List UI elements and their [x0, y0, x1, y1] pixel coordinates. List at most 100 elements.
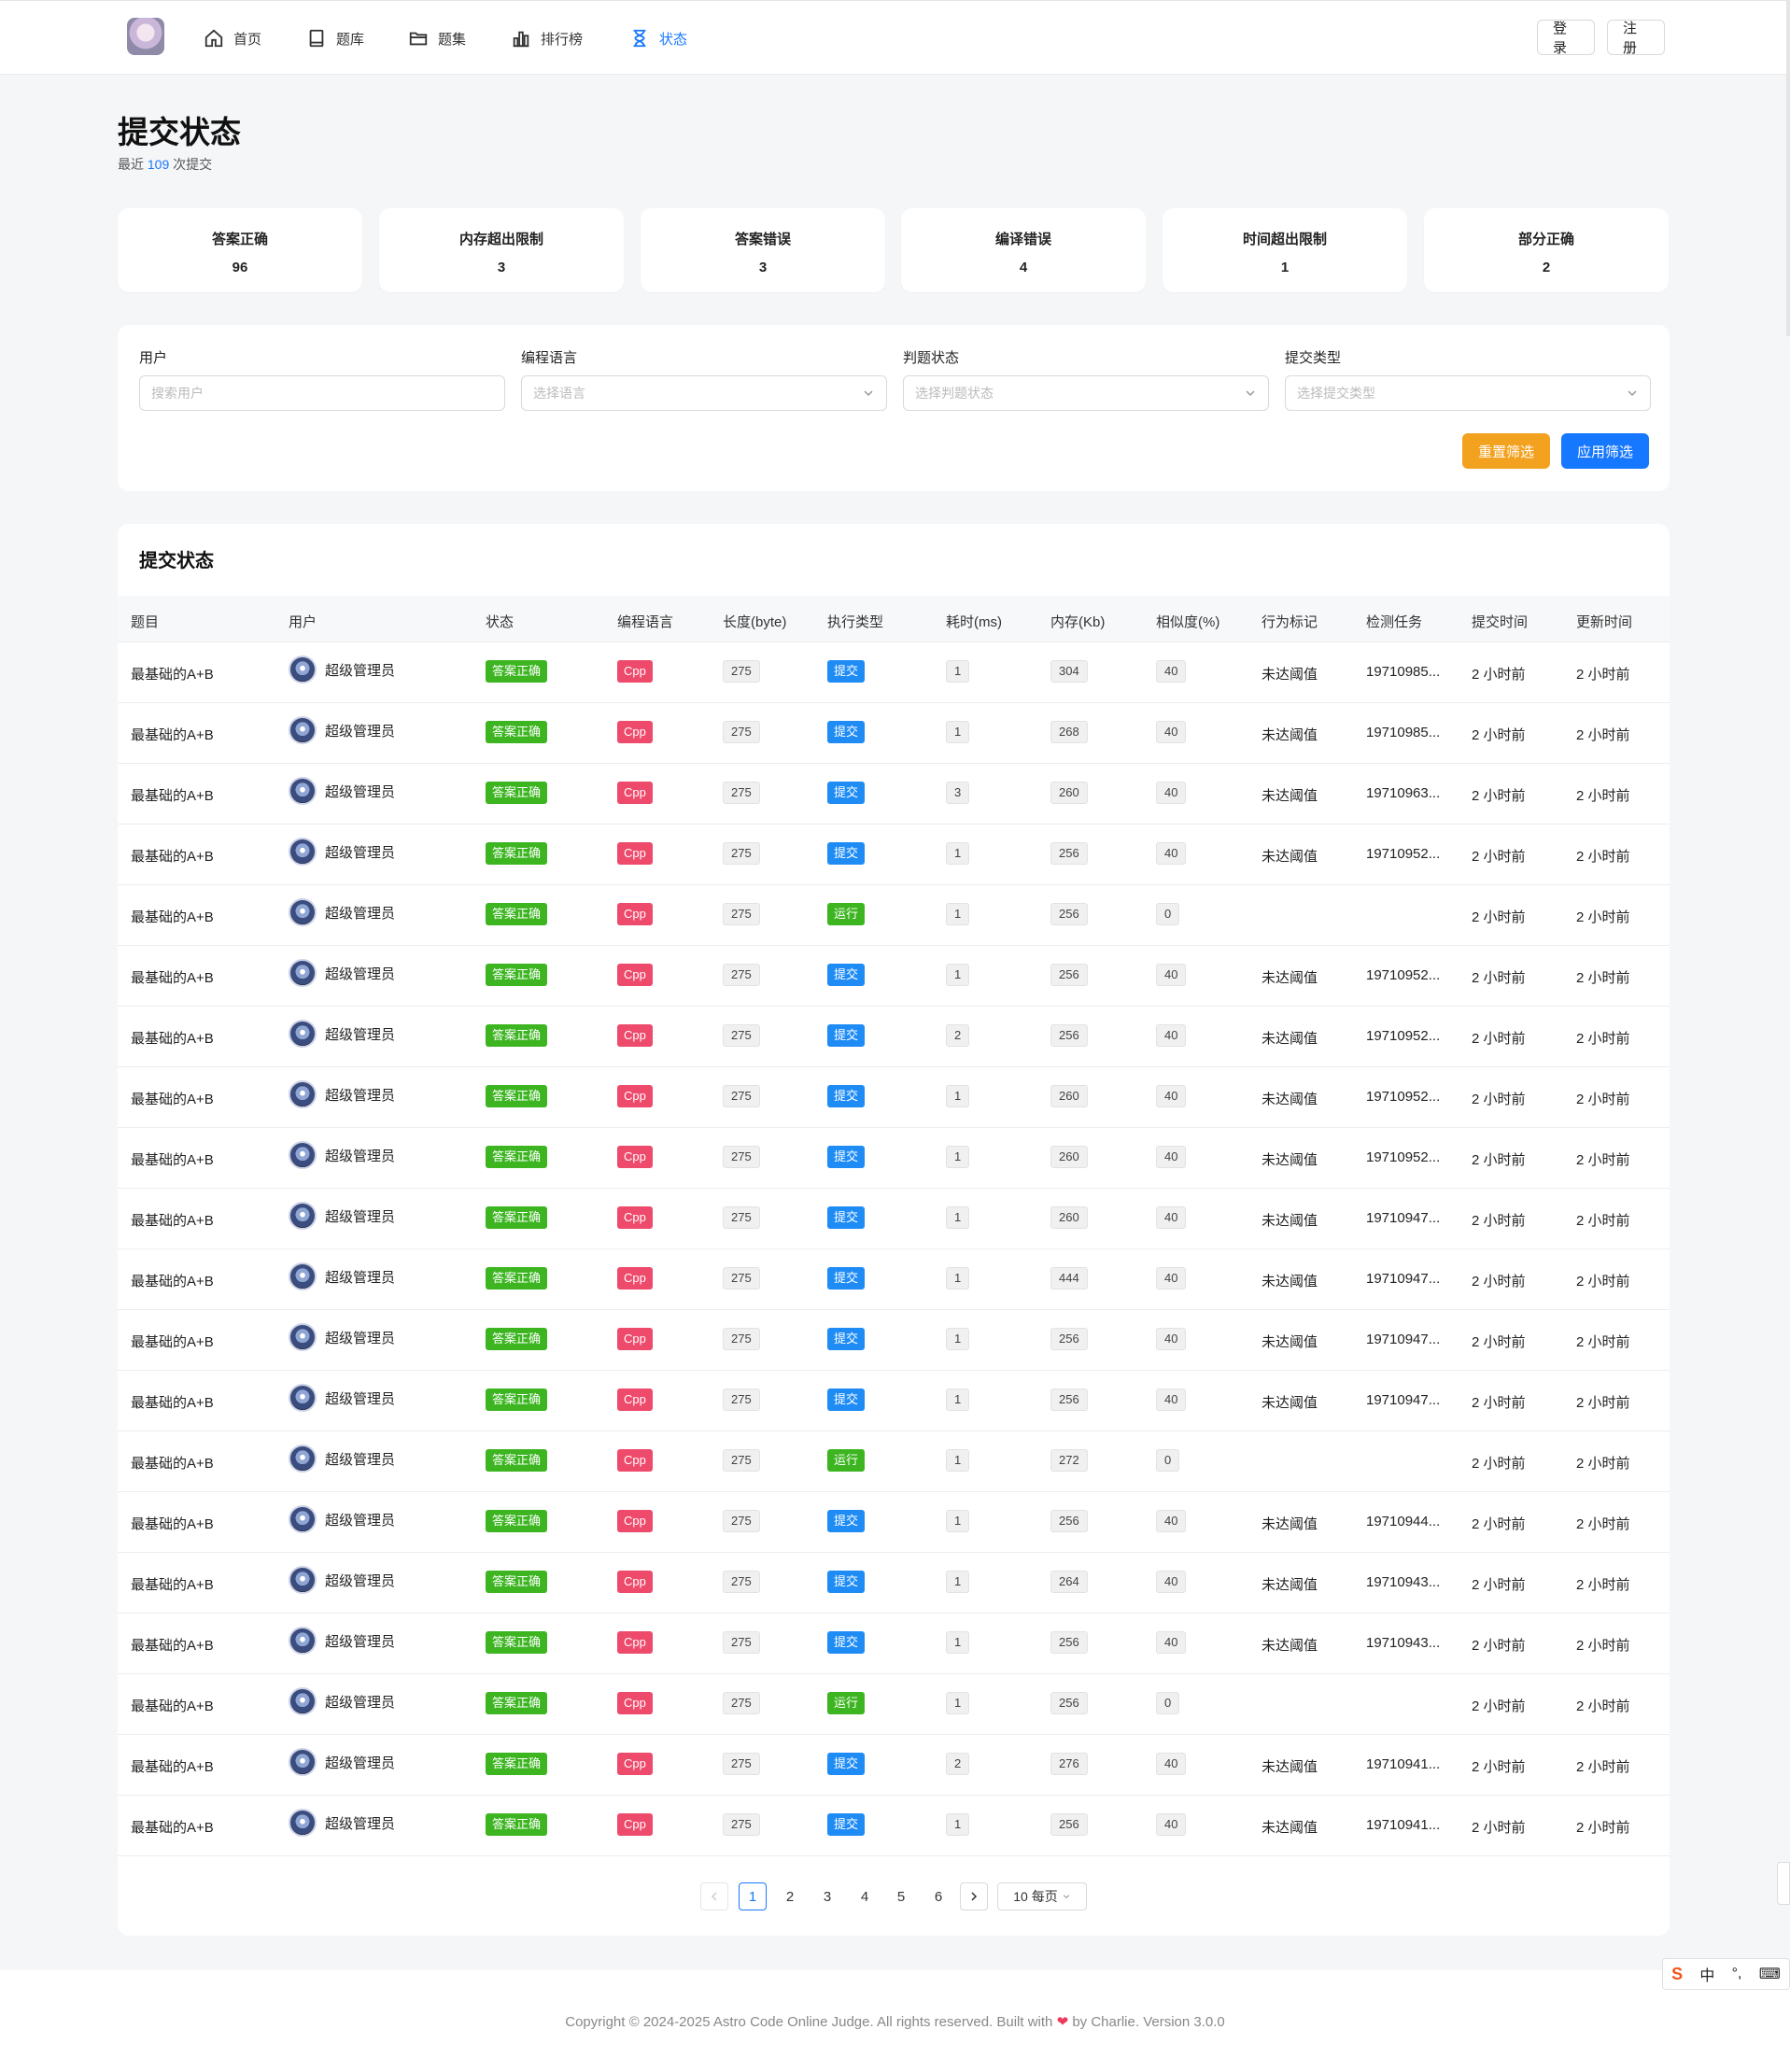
username[interactable]: 超级管理员	[325, 1267, 395, 1287]
username[interactable]: 超级管理员	[325, 1024, 395, 1044]
nav-problem-sets[interactable]: 题集	[408, 25, 466, 51]
table-row[interactable]: 最基础的A+B 超级管理员 答案正确 Cpp 275 提交 1 256 40 未达阈值 197109…	[118, 1614, 1670, 1674]
username[interactable]: 超级管理员	[325, 1631, 395, 1651]
ime-logo-icon[interactable]: S	[1671, 1965, 1683, 1984]
page-button[interactable]: 1	[739, 1882, 767, 1910]
page-button[interactable]: 4	[851, 1882, 879, 1910]
status-badge[interactable]: 答案正确	[486, 1388, 548, 1411]
avatar[interactable]	[289, 838, 317, 866]
detection-task[interactable]: 19710941...	[1366, 1756, 1440, 1772]
reset-filter-button[interactable]: 重置筛选	[1462, 433, 1550, 469]
username[interactable]: 超级管理员	[325, 1753, 395, 1772]
table-row[interactable]: 最基础的A+B 超级管理员 答案正确 Cpp 275 提交 1 304 40 未达阈值 197109…	[118, 642, 1670, 703]
page-size-select[interactable]: 10 每页	[997, 1882, 1087, 1910]
username[interactable]: 超级管理员	[325, 1206, 395, 1226]
problem-link[interactable]: 最基础的A+B	[131, 1149, 214, 1169]
status-badge[interactable]: 答案正确	[486, 1510, 548, 1532]
avatar[interactable]	[289, 1020, 317, 1048]
nav-ranking[interactable]: 排行榜	[511, 25, 583, 51]
detection-task[interactable]: 19710944...	[1366, 1514, 1440, 1529]
username[interactable]: 超级管理员	[325, 1813, 395, 1833]
table-row[interactable]: 最基础的A+B 超级管理员 答案正确 Cpp 275 提交 1 260 40 未达阈值 197109…	[118, 1189, 1670, 1249]
next-page-button[interactable]	[960, 1882, 988, 1910]
username[interactable]: 超级管理员	[325, 660, 395, 680]
status-badge[interactable]: 答案正确	[486, 1692, 548, 1714]
problem-link[interactable]: 最基础的A+B	[131, 1028, 214, 1048]
status-badge[interactable]: 答案正确	[486, 782, 548, 804]
user-cell[interactable]: 超级管理员	[289, 1687, 395, 1715]
user-cell[interactable]: 超级管理员	[289, 1809, 395, 1837]
table-row[interactable]: 最基础的A+B 超级管理员 答案正确 Cpp 275 提交 1 256 40 未达阈值 197109…	[118, 1796, 1670, 1856]
user-cell[interactable]: 超级管理员	[289, 655, 395, 684]
table-row[interactable]: 最基础的A+B 超级管理员 答案正确 Cpp 275 提交 2 276 40 未达阈值 197109…	[118, 1735, 1670, 1796]
status-badge[interactable]: 答案正确	[486, 903, 548, 925]
user-cell[interactable]: 超级管理员	[289, 838, 395, 866]
problem-link[interactable]: 最基础的A+B	[131, 1210, 214, 1230]
status-badge[interactable]: 答案正确	[486, 1146, 548, 1168]
username[interactable]: 超级管理员	[325, 782, 395, 801]
status-badge[interactable]: 答案正确	[486, 1753, 548, 1775]
detection-task[interactable]: 19710947...	[1366, 1332, 1440, 1347]
status-badge[interactable]: 答案正确	[486, 660, 548, 683]
username[interactable]: 超级管理员	[325, 1571, 395, 1590]
username[interactable]: 超级管理员	[325, 842, 395, 862]
user-cell[interactable]: 超级管理员	[289, 1080, 395, 1108]
problem-link[interactable]: 最基础的A+B	[131, 664, 214, 684]
avatar[interactable]	[289, 1384, 317, 1412]
username[interactable]: 超级管理员	[325, 1146, 395, 1165]
problem-link[interactable]: 最基础的A+B	[131, 1635, 214, 1655]
user-cell[interactable]: 超级管理员	[289, 1323, 395, 1351]
prev-page-button[interactable]	[700, 1882, 728, 1910]
detection-task[interactable]: 19710952...	[1366, 1028, 1440, 1044]
apply-filter-button[interactable]: 应用筛选	[1561, 433, 1649, 469]
table-row[interactable]: 最基础的A+B 超级管理员 答案正确 Cpp 275 运行 1 256 0 2 小时前 2 小时前	[118, 1674, 1670, 1735]
user-cell[interactable]: 超级管理员	[289, 1262, 395, 1290]
status-badge[interactable]: 答案正确	[486, 721, 548, 743]
table-row[interactable]: 最基础的A+B 超级管理员 答案正确 Cpp 275 提交 1 256 40 未达阈值 197109…	[118, 946, 1670, 1007]
page-button[interactable]: 5	[887, 1882, 915, 1910]
username[interactable]: 超级管理员	[325, 1328, 395, 1347]
problem-link[interactable]: 最基础的A+B	[131, 1271, 214, 1290]
username[interactable]: 超级管理员	[325, 1692, 395, 1712]
user-cell[interactable]: 超级管理员	[289, 1020, 395, 1048]
detection-task[interactable]: 19710943...	[1366, 1635, 1440, 1651]
table-row[interactable]: 最基础的A+B 超级管理员 答案正确 Cpp 275 提交 1 264 40 未达阈值 197109…	[118, 1553, 1670, 1614]
username[interactable]: 超级管理员	[325, 964, 395, 983]
username[interactable]: 超级管理员	[325, 1085, 395, 1105]
user-cell[interactable]: 超级管理员	[289, 1384, 395, 1412]
problem-link[interactable]: 最基础的A+B	[131, 967, 214, 987]
user-cell[interactable]: 超级管理员	[289, 1627, 395, 1655]
detection-task[interactable]: 19710947...	[1366, 1210, 1440, 1226]
table-row[interactable]: 最基础的A+B 超级管理员 答案正确 Cpp 275 提交 1 268 40 未达阈值 197109…	[118, 703, 1670, 764]
table-row[interactable]: 最基础的A+B 超级管理员 答案正确 Cpp 275 提交 1 260 40 未达阈值 197109…	[118, 1067, 1670, 1128]
scrollbar[interactable]	[1786, 0, 1790, 336]
ime-mode-toggle[interactable]: 中	[1699, 1963, 1714, 1985]
avatar[interactable]	[289, 1445, 317, 1473]
username[interactable]: 超级管理员	[325, 903, 395, 923]
user-cell[interactable]: 超级管理员	[289, 898, 395, 926]
nav-home[interactable]: 首页	[204, 25, 261, 51]
language-select[interactable]: 选择语言	[521, 375, 887, 411]
detection-task[interactable]: 19710947...	[1366, 1271, 1440, 1287]
avatar[interactable]	[289, 1262, 317, 1290]
detection-task[interactable]: 19710952...	[1366, 1149, 1440, 1165]
ime-punctuation-icon[interactable]: °,	[1732, 1966, 1742, 1982]
page-button[interactable]: 6	[924, 1882, 952, 1910]
avatar[interactable]	[289, 1505, 317, 1533]
detection-task[interactable]: 19710985...	[1366, 725, 1440, 740]
login-button[interactable]: 登录	[1537, 20, 1595, 56]
avatar[interactable]	[289, 1202, 317, 1230]
username[interactable]: 超级管理员	[325, 1510, 395, 1529]
avatar[interactable]	[289, 898, 317, 926]
status-badge[interactable]: 答案正确	[486, 1449, 548, 1472]
status-select[interactable]: 选择判题状态	[903, 375, 1269, 411]
problem-link[interactable]: 最基础的A+B	[131, 907, 214, 926]
table-row[interactable]: 最基础的A+B 超级管理员 答案正确 Cpp 275 提交 1 256 40 未达阈值 197109…	[118, 825, 1670, 885]
problem-link[interactable]: 最基础的A+B	[131, 1817, 214, 1837]
avatar[interactable]	[289, 655, 317, 684]
page-button[interactable]: 3	[813, 1882, 841, 1910]
user-cell[interactable]: 超级管理员	[289, 1748, 395, 1776]
avatar[interactable]	[289, 716, 317, 744]
username[interactable]: 超级管理员	[325, 721, 395, 740]
nav-problems[interactable]: 题库	[306, 25, 364, 51]
